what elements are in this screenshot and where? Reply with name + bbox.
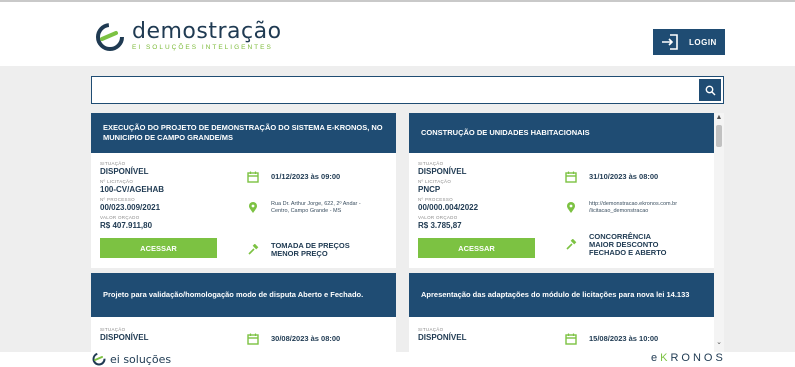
search-icon	[705, 85, 715, 95]
logo-subtitle: EI SOLUÇÕES INTELIGENTES	[132, 44, 273, 51]
logo[interactable]: demostração EI SOLUÇÕES INTELIGENTES	[96, 19, 282, 51]
header: demostração EI SOLUÇÕES INTELIGENTES LOG…	[0, 2, 795, 66]
situacao-value: DISPONÍVEL	[100, 333, 149, 342]
situacao-value: DISPONÍVEL	[418, 167, 467, 176]
search-bar	[91, 76, 724, 104]
logo-mark-icon	[96, 22, 124, 51]
location-pin-icon	[249, 202, 257, 213]
local-line-2[interactable]: /licitacao_demonstracao	[589, 208, 677, 215]
local-line-2: Centro, Campo Grande - MS	[271, 208, 342, 214]
acessar-button[interactable]: ACESSAR	[100, 238, 217, 258]
licitacao-card: Apresentação das adaptações do módulo de…	[409, 273, 714, 352]
cards-list: EXECUÇÃO DO PROJETO DE DEMONSTRAÇÃO DO S…	[91, 113, 714, 352]
data-abertura: 30/08/2023 às 08:00	[271, 334, 341, 343]
search-input[interactable]	[98, 81, 688, 99]
scroll-up-icon[interactable]: ▲	[714, 113, 724, 123]
footer-brand-right: eKRONOS	[651, 352, 726, 364]
modalidade-line-2: MENOR PREÇO	[271, 249, 328, 258]
card-title: Projeto para validação/homologação modo …	[91, 273, 396, 317]
situacao-value: DISPONÍVEL	[418, 333, 467, 342]
modalidade-line-3: FECHADO E ABERTO	[589, 248, 667, 257]
data-abertura: 15/08/2023 às 10:00	[589, 334, 659, 343]
processo-value: 00/023.009/2021	[100, 203, 161, 212]
gavel-icon	[248, 244, 259, 255]
login-icon	[662, 34, 678, 50]
card-title: EXECUÇÃO DO PROJETO DE DEMONSTRAÇÃO DO S…	[91, 113, 396, 153]
calendar-icon	[565, 333, 577, 345]
cards-scrollbar[interactable]: ▲ ⌄	[714, 113, 724, 352]
calendar-icon	[247, 333, 259, 345]
ekronos-k: K	[660, 352, 671, 364]
data-abertura: 01/12/2023 às 09:00	[271, 172, 341, 181]
login-button[interactable]: LOGIN	[653, 29, 725, 55]
card-title: CONSTRUÇÃO DE UNIDADES HABITACIONAIS	[409, 113, 714, 153]
footer-left-text: ei soluções	[110, 352, 172, 366]
scroll-down-icon[interactable]: ⌄	[714, 338, 724, 348]
licitacao-card: Projeto para validação/homologação modo …	[91, 273, 396, 352]
login-label: LOGIN	[689, 37, 717, 47]
calendar-icon	[565, 171, 577, 183]
location-pin-icon	[567, 202, 575, 213]
licitacao-value: PNCP	[418, 185, 441, 194]
ekronos-rest: RONOS	[670, 352, 726, 364]
calendar-icon	[247, 171, 259, 183]
gavel-icon	[566, 239, 577, 250]
licitacao-card: EXECUÇÃO DO PROJETO DE DEMONSTRAÇÃO DO S…	[91, 113, 396, 268]
situacao-value: DISPONÍVEL	[100, 167, 149, 176]
card-title: Apresentação das adaptações do módulo de…	[409, 273, 714, 317]
licitacao-value: 100-CV/AGEHAB	[100, 185, 165, 194]
ei-logo-icon	[92, 352, 106, 366]
logo-title: demostração	[132, 19, 282, 44]
footer-brand-left: ei soluções	[92, 352, 171, 366]
valor-value: R$ 407.911,80	[100, 221, 153, 230]
ekronos-e: e	[651, 352, 661, 364]
footer: ei soluções eKRONOS	[0, 352, 795, 367]
valor-value: R$ 3.785,87	[418, 221, 462, 230]
licitacao-card: CONSTRUÇÃO DE UNIDADES HABITACIONAIS SIT…	[409, 113, 714, 268]
acessar-button[interactable]: ACESSAR	[418, 238, 535, 258]
data-abertura: 31/10/2023 às 08:00	[589, 172, 659, 181]
local-line-1[interactable]: http://demonstracao.ekronos.com.br	[589, 201, 677, 208]
processo-value: 00/000.004/2022	[418, 203, 479, 212]
local-line-1: Rua Dr. Arthur Jorge, 622, 2º Andar -	[271, 201, 361, 207]
search-button[interactable]	[699, 79, 721, 101]
scroll-thumb[interactable]	[716, 125, 722, 147]
